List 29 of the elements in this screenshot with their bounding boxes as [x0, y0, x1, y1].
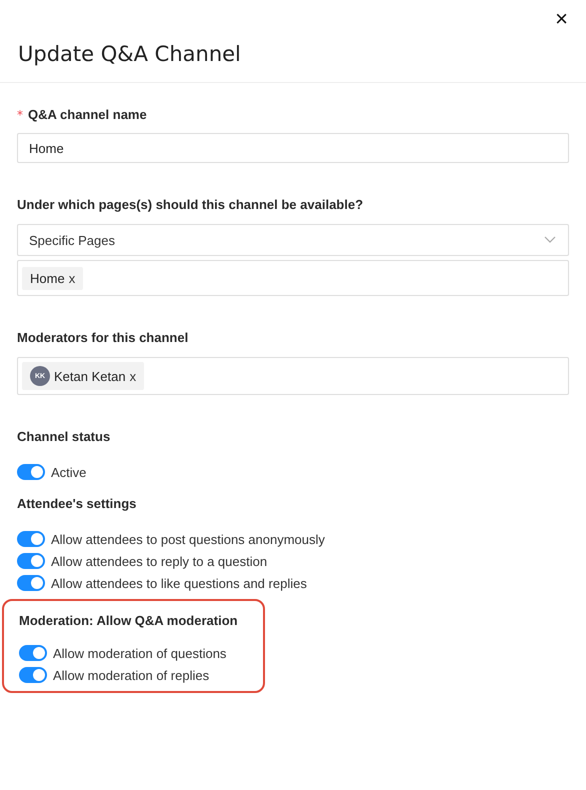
toggle-label: Active	[51, 464, 86, 480]
input-field[interactable]: Home	[17, 133, 569, 163]
required-asterisk: *	[17, 108, 23, 122]
pages-tag-field[interactable]: Home x	[17, 260, 569, 296]
section-heading: Attendee's settings	[17, 496, 138, 511]
field-label: Under which pages(s) should this channel be available?	[17, 197, 364, 212]
section-heading: Channel status	[17, 429, 112, 444]
toggle-switch[interactable]	[17, 464, 45, 480]
chevron-down-icon	[544, 236, 556, 244]
toggle-switch[interactable]	[19, 667, 47, 683]
toggle-switch[interactable]	[17, 575, 45, 591]
close-button[interactable]: ×	[551, 6, 572, 32]
field-label: Moderators for this channel	[17, 330, 190, 345]
toggle-label: Allow moderation of questions	[53, 646, 226, 660]
pages-dropdown[interactable]: Specific Pages	[17, 224, 569, 256]
field-label: Q&A channel name	[28, 107, 147, 122]
remove-button[interactable]: x	[130, 368, 136, 384]
toggle-label: Allow attendees to post questions anonymously	[51, 532, 325, 546]
toggle-switch[interactable]	[19, 645, 47, 661]
dialog-title: Update Q&A Channel	[18, 42, 242, 66]
section-heading: Moderation: Allow Q&A moderation	[19, 613, 239, 628]
toggle-label: Allow attendees to like questions and replies	[51, 576, 307, 590]
tag-label: Ketan Ketan	[54, 368, 126, 384]
tag-label: Home	[30, 270, 65, 286]
toggle-switch[interactable]	[17, 553, 45, 569]
remove-button[interactable]: x	[68, 270, 76, 286]
toggle-label: Allow moderation of replies	[53, 668, 210, 682]
toggle-label: Allow attendees to reply to a question	[51, 554, 268, 568]
toggle-switch[interactable]	[17, 531, 45, 547]
